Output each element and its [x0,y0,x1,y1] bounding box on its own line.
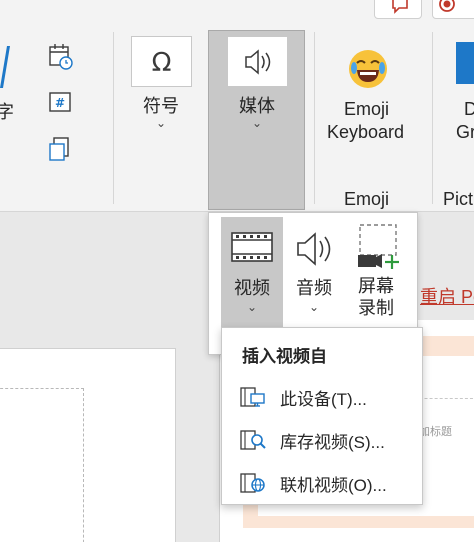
chevron-down-icon: ⌄ [308,300,320,314]
audio-button[interactable]: 音频 ⌄ [283,217,345,329]
wordart-icon[interactable] [0,42,12,92]
audio-label: 音频 [296,278,332,298]
screen-recording-label-2: 录制 [358,298,394,318]
partial-right-label-2[interactable]: Gr [456,122,474,143]
menu-item-online-video[interactable]: 联机视频(O)... [222,464,422,502]
screen-recording-label-1: 屏幕 [358,276,394,296]
title-placeholder-text[interactable]: 加标题 [419,423,452,439]
record-button[interactable] [432,0,474,19]
video-film-icon [231,232,273,262]
menu-item-stock-video[interactable]: 库存视频(S)... [222,421,422,459]
svg-text:#: # [55,96,65,110]
emoji-keyboard-label-1[interactable]: Emoji [344,99,389,120]
group-label-emoji: Emoji [344,189,390,209]
group-separator [314,32,315,204]
omega-icon: Ω [152,48,172,78]
partial-left-label: 字 [0,102,14,122]
date-time-icon[interactable] [48,42,74,70]
chevron-down-icon[interactable]: ⌄ [156,117,166,129]
group-label-pict: Pict [443,189,474,209]
slide-number-icon[interactable]: # [48,90,74,116]
media-label[interactable]: 媒体 [239,92,275,118]
restart-link[interactable]: 重启 Po [420,283,474,309]
emoji-keyboard-label-2[interactable]: Keyboard [327,122,404,143]
insert-video-submenu: 插入视频自 此设备(T)... 库存视频(S)... 联机视频(O)... [221,327,423,505]
slide-placeholder-box [0,388,84,542]
screen-recording-icon [358,224,399,269]
this-device-icon [240,387,265,407]
object-icon[interactable] [48,136,74,164]
chevron-down-icon: ⌄ [246,300,258,314]
media-icon-box[interactable] [227,36,288,87]
group-separator [432,32,433,204]
video-label: 视频 [234,278,270,298]
symbols-button[interactable]: Ω [131,36,192,87]
audio-speaker-icon [297,232,331,266]
comments-button[interactable] [374,0,422,19]
symbols-label[interactable]: 符号 [143,92,179,118]
submenu-title: 插入视频自 [242,347,327,366]
stock-video-icon [240,430,266,450]
svg-text:Ω: Ω [152,48,172,78]
menu-item-label: 此设备(T)... [280,389,367,409]
speaker-icon [245,49,271,75]
emoji-laughing-icon[interactable] [347,48,389,90]
comment-icon [392,0,408,14]
record-icon [439,0,455,12]
online-video-icon [240,473,265,493]
screen-recording-button[interactable]: 屏幕 录制 [345,217,407,329]
partial-right-label-1[interactable]: D [464,99,474,120]
menu-item-label: 库存视频(S)... [280,432,385,452]
diagram-icon[interactable] [456,42,474,84]
menu-item-this-device[interactable]: 此设备(T)... [222,378,422,416]
video-button[interactable]: 视频 ⌄ [221,217,283,329]
chevron-down-icon[interactable]: ⌄ [252,117,262,129]
group-separator [113,32,114,204]
menu-item-label: 联机视频(O)... [280,475,387,495]
